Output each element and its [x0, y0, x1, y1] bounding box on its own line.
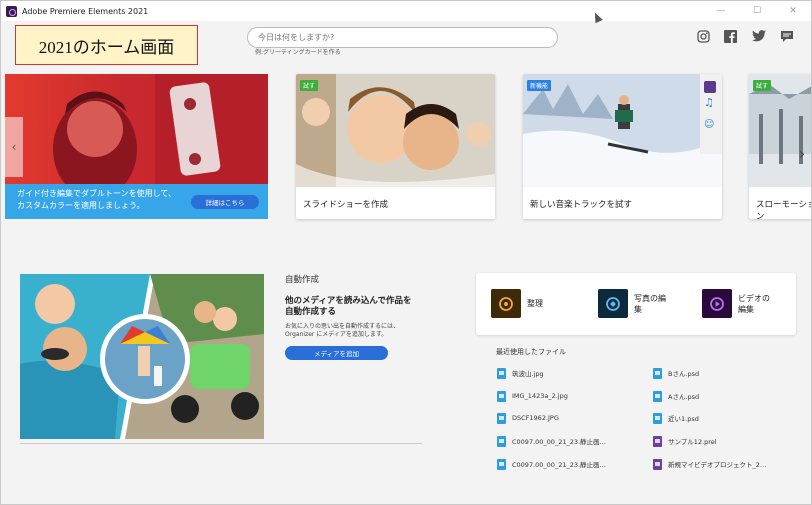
recent-file-item[interactable]: Bさん.psd: [653, 367, 699, 379]
recent-file-item[interactable]: DSCF1962.JPG: [497, 412, 559, 424]
card-slideshow[interactable]: 試す スライドショーを作成: [296, 74, 495, 219]
file-name: C0097.00_00_21_23.静止画…: [512, 438, 607, 446]
divider: [20, 443, 422, 444]
recent-file-item[interactable]: サンプル12.prel: [653, 435, 717, 447]
image-file-icon: [497, 412, 506, 424]
window-controls: — ☐ ✕: [703, 1, 811, 21]
auto-create-image: [20, 274, 264, 439]
card-label: 新しい音楽トラックを試す: [530, 200, 633, 210]
annotation-label: 2021のホーム画面: [15, 25, 198, 65]
slideshow-image: [296, 74, 495, 187]
recent-file-item[interactable]: 筑波山.jpg: [497, 367, 544, 379]
photo-edit-action[interactable]: 写真の編集: [598, 289, 670, 318]
recent-file-item[interactable]: IMG_1423a_2.jpg: [497, 390, 568, 402]
comment-icon[interactable]: [779, 28, 795, 44]
project-file-icon: [653, 435, 662, 447]
file-name: 筑波山.jpg: [512, 370, 544, 378]
music-side-icons: ♫ ☺: [702, 79, 718, 141]
auto-create-description: お気に入りの思い出を自動作成するには、Organizer にメディアを追加します…: [285, 323, 400, 338]
search-box[interactable]: [247, 27, 558, 48]
photo-editor-icon: [598, 289, 628, 318]
file-name: 近い1.psd: [668, 415, 699, 423]
file-name: DSCF1962.JPG: [512, 414, 559, 422]
twitter-icon[interactable]: [751, 28, 767, 44]
carousel-prev-button[interactable]: ‹: [5, 117, 23, 177]
premiere-elements-logo-icon: [6, 5, 17, 17]
recent-file-item[interactable]: C0097.00_00_21_23.静止画…: [497, 458, 606, 470]
card-music[interactable]: 新機能 ♫ ☺ 新しい音楽トラックを試す: [523, 74, 722, 219]
card-label: スライドショーを作成: [303, 200, 389, 210]
recent-file-item[interactable]: 近い1.psd: [653, 412, 699, 424]
try-badge: 試す: [300, 80, 319, 91]
recent-file-item[interactable]: C0097.00_00_21_23.静止画…: [497, 435, 606, 447]
close-button[interactable]: ✕: [775, 1, 811, 21]
file-name: 新規マイビデオプロジェクト_2…: [668, 461, 767, 469]
chevron-right-icon: ›: [798, 143, 806, 163]
carousel-next-button[interactable]: ›: [793, 123, 811, 183]
image-file-icon: [497, 367, 506, 379]
music-image: [523, 74, 722, 187]
effect-icon: [704, 81, 716, 93]
hero-banner[interactable]: ガイド付き編集でダブルトーンを使用して、カスタムカラーを適用しましょう。 詳細は…: [5, 74, 268, 219]
photo-edit-label: 写真の編集: [634, 293, 666, 314]
psd-file-icon: [653, 412, 662, 424]
card-label: スローモーション: [756, 200, 812, 219]
app-window: Adobe Premiere Elements 2021 — ☐ ✕ 2021の…: [0, 0, 812, 505]
file-name: Bさん.psd: [668, 370, 700, 378]
recent-file-item[interactable]: Aさん.psd: [653, 390, 699, 402]
video-edit-action[interactable]: ビデオの編集: [702, 289, 774, 318]
facebook-icon[interactable]: [722, 28, 738, 44]
search-hint: 例:グリーティングカードを作る: [255, 49, 341, 56]
video-editor-icon: [702, 289, 732, 318]
organizer-icon: [491, 289, 521, 318]
quick-actions-panel: 整理 写真の編集 ビデオの編集: [476, 273, 796, 335]
add-media-button[interactable]: メディアを追加: [285, 346, 388, 360]
smiley-icon: ☺: [704, 119, 715, 130]
minimize-button[interactable]: —: [703, 1, 739, 21]
video-edit-label: ビデオの編集: [738, 293, 770, 314]
instagram-icon[interactable]: [695, 28, 711, 44]
music-note-icon: ♫: [704, 96, 714, 109]
search-input[interactable]: [258, 33, 557, 42]
psd-file-icon: [653, 390, 662, 402]
project-file-icon: [653, 458, 662, 470]
file-name: サンプル12.prel: [668, 438, 717, 446]
file-name: IMG_1423a_2.jpg: [512, 392, 568, 400]
chevron-left-icon: ‹: [11, 140, 17, 154]
auto-create-heading: 他のメディアを読み込んで作品を自動作成する: [285, 296, 412, 317]
recent-file-item[interactable]: 新規マイビデオプロジェクト_2…: [653, 458, 766, 470]
psd-file-icon: [653, 367, 662, 379]
title-bar: Adobe Premiere Elements 2021 — ☐ ✕: [1, 1, 811, 21]
image-file-icon: [497, 390, 506, 402]
file-name: C0097.00_00_21_23.静止画…: [512, 461, 607, 469]
hero-image: [5, 74, 268, 199]
auto-create-title: 自動作成: [285, 275, 320, 285]
try-badge: 試す: [753, 80, 772, 91]
window-title: Adobe Premiere Elements 2021: [22, 6, 149, 16]
hero-text: ガイド付き編集でダブルトーンを使用して、カスタムカラーを適用しましょう。: [17, 189, 176, 210]
image-file-icon: [497, 435, 506, 447]
maximize-button[interactable]: ☐: [739, 1, 775, 21]
learn-more-button[interactable]: 詳細はこちら: [191, 195, 259, 209]
new-feature-badge: 新機能: [527, 80, 552, 91]
organize-label: 整理: [527, 299, 543, 308]
image-file-icon: [497, 458, 506, 470]
file-name: Aさん.psd: [668, 393, 700, 401]
organize-action[interactable]: 整理: [491, 289, 563, 318]
recent-files-title: 最近使用したファイル: [496, 348, 566, 356]
